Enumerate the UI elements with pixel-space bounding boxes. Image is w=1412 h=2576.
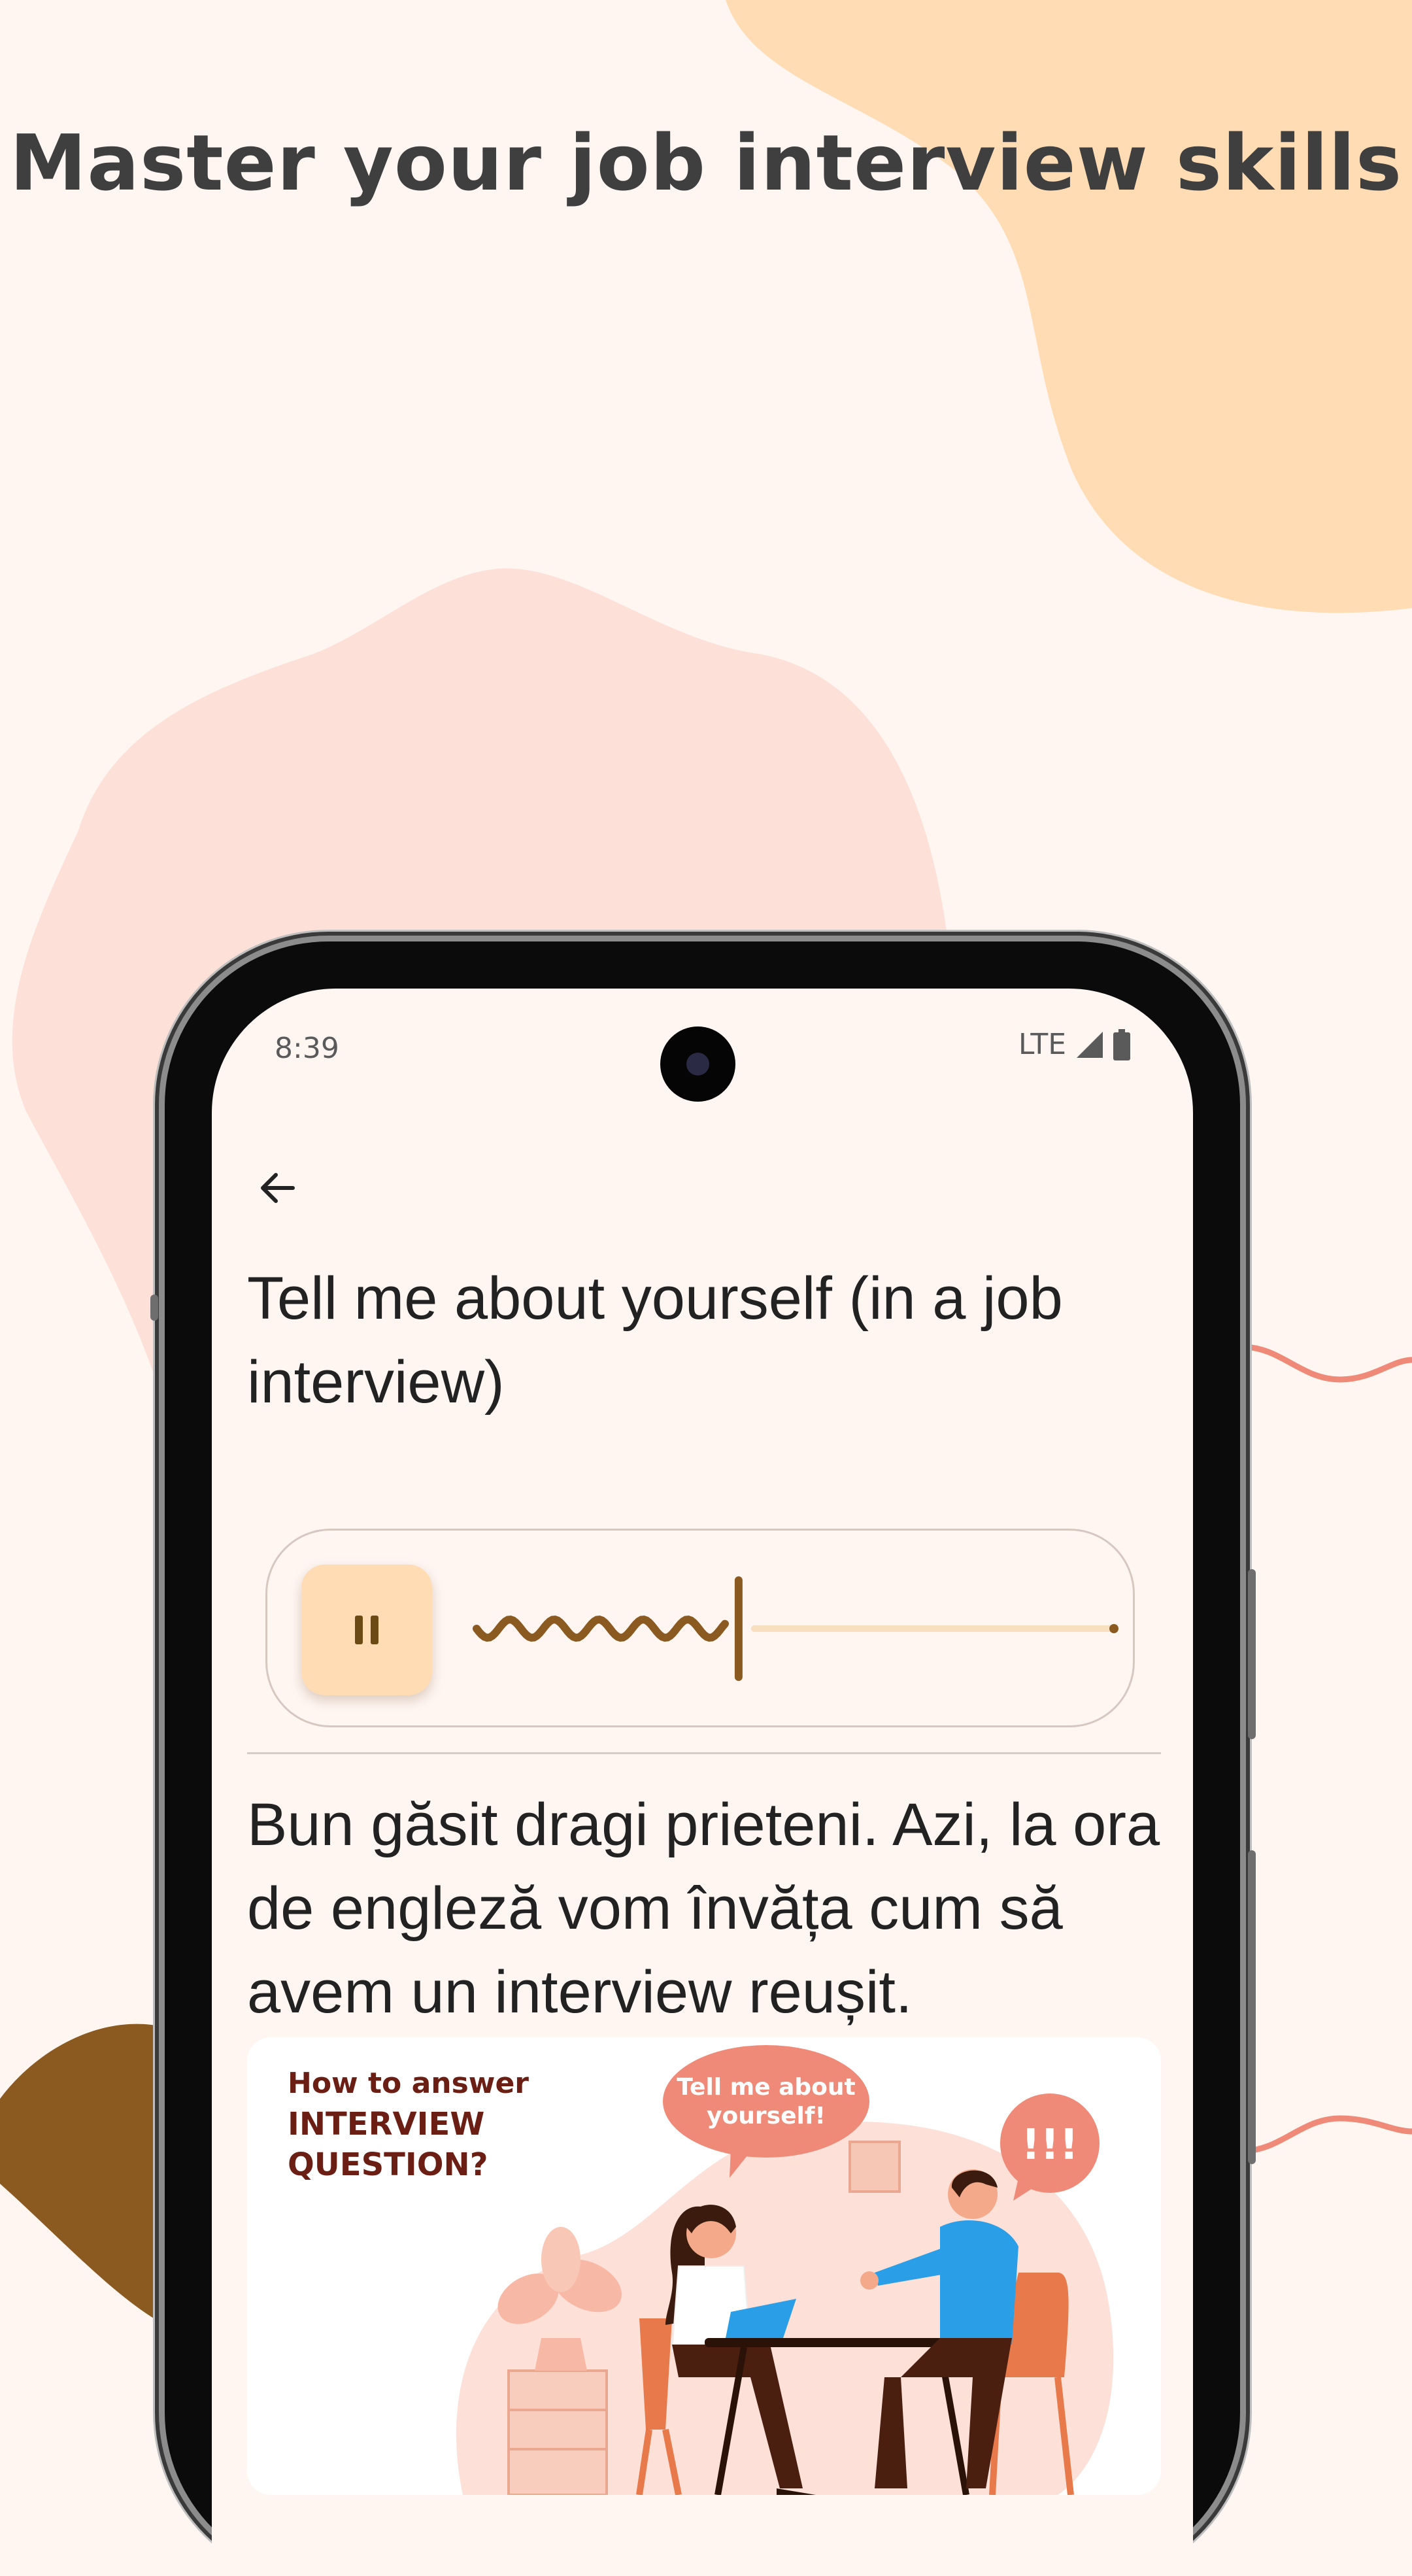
audio-progress-track[interactable]: [470, 1570, 1124, 1687]
status-indicators: LTE: [1018, 1028, 1130, 1061]
track-end-dot: [1109, 1624, 1118, 1633]
arrow-left-icon: [261, 1173, 295, 1203]
interview-scene-image: Tell me about yourself! !!!: [456, 2045, 1114, 2495]
pause-icon: [355, 1616, 378, 1644]
exclaim-bubble-text: !!!: [1021, 2121, 1079, 2169]
progress-scrubber: [734, 1576, 743, 1681]
lesson-text: Bun găsit dragi prieteni. Azi, la ora de…: [247, 1791, 1160, 2025]
phone-side-button: [150, 1295, 158, 1321]
status-time: 8:39: [275, 1032, 339, 1065]
wave-line-1: [1239, 1344, 1412, 1383]
pause-button[interactable]: [301, 1565, 432, 1695]
phone-power-button: [1248, 1569, 1256, 1739]
audio-player: [265, 1529, 1135, 1727]
question-title: Tell me about yourself (in a job intervi…: [247, 1265, 1063, 1415]
battery-icon: [1113, 1028, 1130, 1060]
headline: Master your job interview skills: [9, 118, 1403, 208]
front-camera: [660, 1026, 735, 1102]
signal-icon: [1077, 1031, 1103, 1058]
speech-bubble-text: Tell me about: [677, 2074, 856, 2101]
lesson-illustration: How to answer INTERVIEW QUESTION? Tell m…: [247, 2037, 1161, 2495]
peach-blob: [726, 0, 1412, 613]
svg-text:yourself!: yourself!: [707, 2103, 826, 2129]
network-label: LTE: [1018, 1028, 1066, 1061]
divider: [247, 1752, 1161, 1754]
brown-blob: [0, 2024, 170, 2328]
wave-line-2: [1239, 2115, 1412, 2154]
phone-mockup: 8:39 LTE Tell me about yourself (in a jo…: [150, 941, 1256, 2576]
phone-volume-button: [1248, 1850, 1256, 2164]
back-button[interactable]: [251, 1162, 303, 1214]
phone-screen: 8:39 LTE Tell me about yourself (in a jo…: [212, 989, 1193, 2576]
played-waveform: [473, 1615, 729, 1642]
